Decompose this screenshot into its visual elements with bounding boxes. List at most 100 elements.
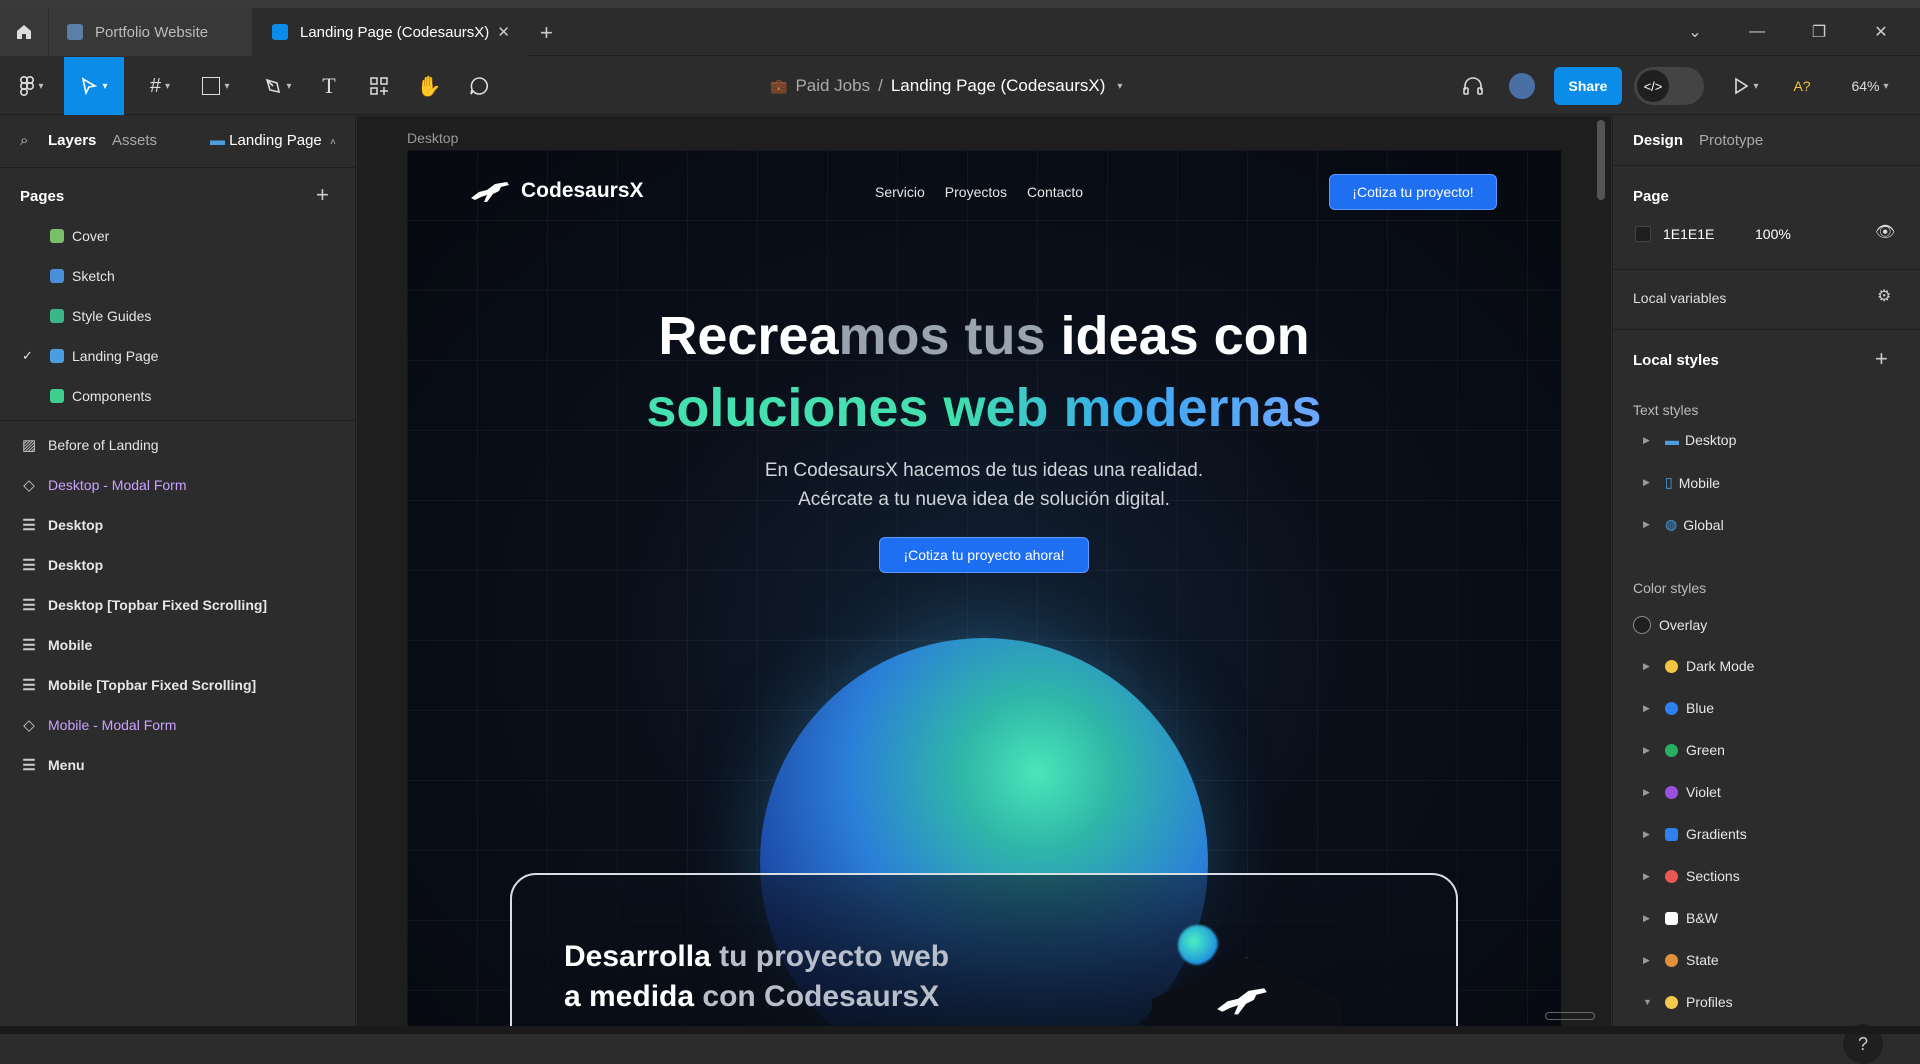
page-color-value[interactable]: 1E1E1E	[1663, 226, 1714, 242]
color-style-item[interactable]: ▶ Gradients	[1643, 826, 1747, 842]
layer-item[interactable]: ☰ Mobile	[0, 625, 355, 665]
color-style-item[interactable]: ▶ Dark Mode	[1643, 658, 1754, 674]
layer-item[interactable]: ◇ Mobile - Modal Form	[0, 705, 355, 745]
frame-label[interactable]: Desktop	[407, 130, 458, 146]
dev-mode-toggle[interactable]: </>	[1634, 67, 1704, 105]
layer-item[interactable]: ▨ Before of Landing	[0, 425, 355, 465]
page-item-1[interactable]: Sketch	[0, 256, 355, 296]
tab-landing-page[interactable]: Landing Page (CodesaursX) ✕	[254, 8, 528, 56]
layer-item[interactable]: ☰ Mobile [Topbar Fixed Scrolling]	[0, 665, 355, 705]
page-color-swatch[interactable]	[1635, 226, 1651, 242]
expand-arrow-icon[interactable]: ▶	[1643, 477, 1651, 488]
page-item-4[interactable]: Components	[0, 376, 355, 416]
restore-button[interactable]: ❐	[1788, 8, 1850, 56]
chevron-down-icon[interactable]: ⌄	[1664, 8, 1726, 56]
color-style-item[interactable]: ▶ B&W	[1643, 910, 1718, 926]
color-style-label: B&W	[1686, 910, 1718, 926]
color-style-item[interactable]: ▼ Profiles	[1643, 994, 1733, 1010]
expand-arrow-icon[interactable]: ▶	[1643, 829, 1651, 840]
color-style-item[interactable]: ▶ Green	[1643, 742, 1725, 758]
tab-layers[interactable]: Layers	[48, 132, 96, 149]
canvas[interactable]: Desktop CodesaursX Servicio Proyectos Co…	[357, 116, 1611, 1034]
caret-icon: ▾	[224, 80, 230, 92]
expand-arrow-icon[interactable]: ▶	[1643, 661, 1651, 672]
zoom-menu[interactable]: 64% ▾	[1840, 57, 1900, 115]
horizontal-scrollbar[interactable]	[1545, 1012, 1595, 1020]
tab-design[interactable]: Design	[1633, 132, 1683, 149]
layer-item[interactable]: ☰ Menu	[0, 745, 355, 785]
expand-arrow-icon[interactable]: ▶	[1643, 787, 1651, 798]
expand-arrow-icon[interactable]: ▶	[1643, 871, 1651, 882]
tab-assets[interactable]: Assets	[112, 132, 157, 149]
home-button[interactable]	[0, 8, 48, 56]
color-swatch	[1665, 995, 1678, 1009]
page-item-2[interactable]: Style Guides	[0, 296, 355, 336]
minimize-button[interactable]: —	[1726, 8, 1788, 56]
nav-cta-button[interactable]: ¡Cotiza tu proyecto!	[1329, 174, 1497, 210]
expand-arrow-icon[interactable]: ▶	[1643, 745, 1651, 756]
close-window-button[interactable]: ✕	[1850, 8, 1912, 56]
add-page-icon[interactable]: +	[316, 182, 329, 208]
color-style-item[interactable]: Overlay	[1633, 616, 1707, 634]
nav-link-proyectos[interactable]: Proyectos	[945, 184, 1007, 200]
expand-arrow-icon[interactable]: ▼	[1643, 997, 1652, 1007]
resources-tool[interactable]	[364, 57, 394, 115]
layer-item[interactable]: ◇ Desktop - Modal Form	[0, 465, 355, 505]
expand-arrow-icon[interactable]: ▶	[1643, 519, 1651, 530]
avatar[interactable]	[1507, 71, 1537, 101]
rectangle-icon	[202, 77, 221, 95]
color-style-item[interactable]: ▶ Violet	[1643, 784, 1721, 800]
page-emoji-icon	[50, 269, 64, 283]
nav-link-contacto[interactable]: Contacto	[1027, 184, 1083, 200]
tab-portfolio-website[interactable]: Portfolio Website	[49, 8, 252, 56]
text-style-item[interactable]: ▶ ◍ Global	[1643, 516, 1724, 533]
expand-arrow-icon[interactable]: ▶	[1643, 913, 1651, 924]
audio-button[interactable]	[1458, 57, 1488, 115]
layer-item[interactable]: ☰ Desktop	[0, 545, 355, 585]
missing-fonts-button[interactable]: A?	[1790, 57, 1814, 115]
tab-prototype[interactable]: Prototype	[1699, 132, 1763, 149]
variables-settings-icon[interactable]: ⚙	[1877, 286, 1891, 306]
present-button[interactable]: ▾	[1726, 57, 1766, 115]
layer-item[interactable]: ☰ Desktop	[0, 505, 355, 545]
main-menu-button[interactable]: ▾	[10, 57, 54, 115]
share-button[interactable]: Share	[1554, 67, 1622, 105]
page-item-0[interactable]: Cover	[0, 216, 355, 256]
close-tab-icon[interactable]: ✕	[497, 23, 510, 41]
breadcrumb-file[interactable]: Landing Page (CodesaursX)	[891, 76, 1106, 96]
text-style-label: Mobile	[1678, 474, 1720, 491]
color-style-item[interactable]: ▶ State	[1643, 952, 1719, 968]
expand-arrow-icon[interactable]: ▶	[1643, 435, 1651, 446]
frame-tool[interactable]: # ▾	[138, 57, 182, 115]
expand-arrow-icon[interactable]: ▶	[1643, 955, 1651, 966]
layer-item[interactable]: ☰ Desktop [Topbar Fixed Scrolling]	[0, 585, 355, 625]
local-variables-button[interactable]: Local variables	[1633, 290, 1726, 306]
move-tool[interactable]: ▾	[64, 57, 124, 115]
color-style-item[interactable]: ▶ Sections	[1643, 868, 1740, 884]
search-icon[interactable]: ⌕	[20, 132, 28, 149]
text-style-item[interactable]: ▶ ▬ Desktop	[1643, 432, 1736, 448]
pen-tool[interactable]: ▾	[256, 57, 300, 115]
file-menu-caret-icon[interactable]: ▾	[1117, 81, 1122, 92]
page-selector[interactable]: ▬ Landing Page ˄	[210, 132, 336, 149]
desktop-frame[interactable]: CodesaursX Servicio Proyectos Contacto ¡…	[407, 150, 1561, 1034]
expand-arrow-icon[interactable]: ▶	[1643, 703, 1651, 714]
eye-icon[interactable]: 👁	[1875, 222, 1895, 242]
page-item-3[interactable]: ✓ Landing Page	[0, 336, 355, 376]
comment-tool[interactable]	[464, 57, 494, 115]
text-tool[interactable]: T	[314, 57, 344, 115]
color-style-label: State	[1686, 952, 1719, 968]
color-style-label: Blue	[1686, 700, 1715, 716]
breadcrumb-project[interactable]: Paid Jobs	[795, 76, 870, 96]
nav-link-servicio[interactable]: Servicio	[875, 184, 925, 200]
hero-cta-button[interactable]: ¡Cotiza tu proyecto ahora!	[879, 537, 1089, 573]
shape-tool[interactable]: ▾	[194, 57, 238, 115]
new-tab-button[interactable]: +	[540, 20, 553, 46]
color-style-item[interactable]: ▶ Blue	[1643, 700, 1714, 716]
add-style-icon[interactable]: +	[1875, 346, 1888, 372]
vertical-scrollbar[interactable]	[1597, 120, 1605, 200]
hand-tool[interactable]: ✋	[414, 57, 444, 115]
page-opacity-value[interactable]: 100%	[1755, 226, 1791, 242]
text-style-item[interactable]: ▶ ▯ Mobile	[1643, 474, 1720, 491]
color-swatch	[1633, 616, 1651, 634]
